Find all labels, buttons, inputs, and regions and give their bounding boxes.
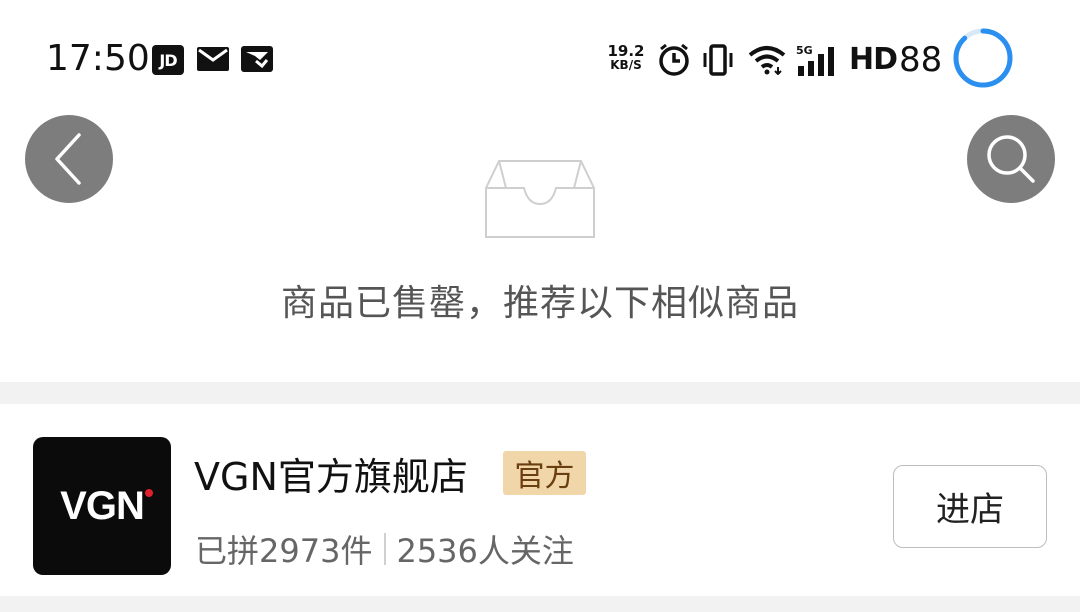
status-bar: 17:50 JD 19.2 KB/S 5G HD 88 [0, 0, 1080, 110]
sold-out-message: 商品已售罄，推荐以下相似商品 [280, 283, 799, 324]
empty-box-icon [485, 160, 595, 238]
vibrate-icon [702, 44, 734, 76]
payment-icon [240, 45, 274, 73]
store-logo-wordmark: VGN [60, 483, 153, 529]
search-button[interactable] [967, 115, 1055, 203]
signal-icon: 5G [796, 44, 840, 76]
enter-store-button[interactable]: 进店 [893, 465, 1047, 548]
search-icon [987, 135, 1035, 183]
clock-time: 17:50 [46, 38, 150, 79]
battery-ring-icon [953, 28, 1013, 88]
section-divider [0, 382, 1080, 404]
store-logo[interactable]: VGN [33, 437, 171, 575]
store-sold-count: 已拼2973件 [195, 532, 373, 570]
back-button[interactable] [25, 115, 113, 203]
store-logo-dot [144, 488, 153, 497]
store-stats: 已拼2973件 2536人关注 [195, 526, 574, 572]
battery-level: 88 [899, 40, 943, 80]
store-logo-text: VGN [60, 483, 145, 528]
network-speed: 19.2 KB/S [604, 42, 648, 73]
official-badge: 官方 [503, 451, 586, 495]
network-type-label: 5G [796, 44, 813, 57]
store-followers: 2536人关注 [396, 532, 574, 570]
jd-app-icon: JD [152, 45, 184, 75]
store-name[interactable]: VGN官方旗舰店 [194, 446, 468, 501]
wifi-icon [748, 45, 786, 75]
bottom-divider [0, 596, 1080, 612]
hd-voice-label: HD [849, 42, 898, 77]
jd-app-label: JD [159, 50, 177, 70]
stats-divider [384, 533, 387, 565]
network-speed-unit: KB/S [610, 58, 642, 72]
alarm-icon [657, 43, 691, 76]
mail-icon [196, 45, 230, 73]
network-speed-value: 19.2 [607, 42, 645, 60]
chevron-left-icon [55, 133, 81, 185]
